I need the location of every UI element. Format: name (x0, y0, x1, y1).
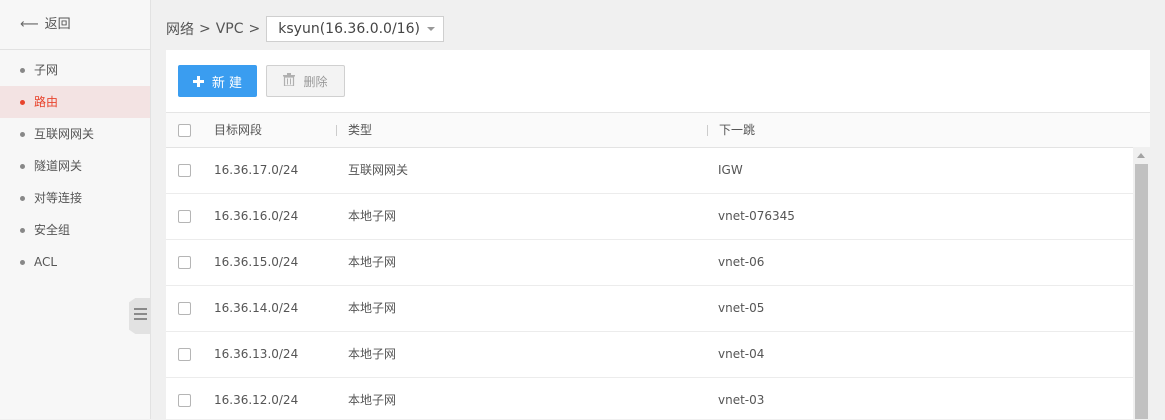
breadcrumb: 网络 > VPC > ksyun(16.36.0.0/16) (166, 16, 444, 42)
table-row[interactable]: 16.36.15.0/24 本地子网 vnet-06 (166, 240, 1150, 286)
vpc-select[interactable]: ksyun(16.36.0.0/16) (266, 16, 444, 42)
sidebar-item-label: 互联网网关 (34, 127, 95, 141)
menu-icon (134, 308, 147, 310)
column-header-type[interactable]: 类型 (348, 113, 372, 147)
bullet-icon (20, 164, 25, 169)
table-row[interactable]: 16.36.17.0/24 互联网网关 IGW (166, 148, 1150, 194)
table-row[interactable]: 16.36.12.0/24 本地子网 vnet-03 (166, 378, 1150, 420)
cell-cidr: 16.36.15.0/24 (214, 255, 299, 269)
row-checkbox[interactable] (178, 210, 191, 223)
scrollbar-thumb[interactable] (1135, 164, 1148, 419)
scroll-up-arrow-icon[interactable] (1137, 153, 1145, 158)
table-row[interactable]: 16.36.14.0/24 本地子网 vnet-05 (166, 286, 1150, 332)
row-checkbox[interactable] (178, 394, 191, 407)
vpc-select-value: ksyun(16.36.0.0/16) (278, 21, 420, 37)
delete-button-label: 删除 (303, 74, 328, 89)
cell-cidr: 16.36.17.0/24 (214, 163, 299, 177)
cell-next-hop: vnet-04 (718, 347, 765, 361)
trash-icon (283, 73, 296, 89)
table-row[interactable]: 16.36.13.0/24 本地子网 vnet-04 (166, 332, 1150, 378)
chevron-down-icon (426, 27, 435, 31)
cell-next-hop: vnet-05 (718, 301, 765, 315)
cell-cidr: 16.36.16.0/24 (214, 209, 299, 223)
breadcrumb-separator: > (199, 21, 211, 37)
bullet-icon (20, 100, 25, 105)
delete-button[interactable]: 删除 (266, 65, 345, 97)
column-divider[interactable] (336, 125, 337, 136)
breadcrumb-network[interactable]: 网络 (166, 19, 194, 39)
row-checkbox[interactable] (178, 256, 191, 269)
sidebar: ⟵ 返回 子网 路由 互联网网关 隧道网关 对等连接 安全组 ACL (0, 0, 151, 419)
select-all-checkbox[interactable] (178, 124, 191, 137)
toolbar: 新 建 删除 (166, 50, 1150, 113)
cell-cidr: 16.36.12.0/24 (214, 393, 299, 407)
bullet-icon (20, 260, 25, 265)
row-checkbox[interactable] (178, 348, 191, 361)
new-button-label: 新 建 (211, 75, 243, 91)
cell-type: 互联网网关 (348, 163, 409, 177)
cell-next-hop: IGW (718, 163, 743, 177)
cell-type: 本地子网 (348, 347, 397, 361)
cell-next-hop: vnet-06 (718, 255, 765, 269)
sidebar-item-peering[interactable]: 对等连接 (0, 182, 150, 214)
sidebar-item-label: 子网 (34, 63, 59, 77)
sidebar-item-label: 安全组 (34, 223, 71, 237)
table-header: 目标网段 类型 下一跳 (166, 113, 1150, 148)
sidebar-nav: 子网 路由 互联网网关 隧道网关 对等连接 安全组 ACL (0, 54, 150, 278)
menu-icon-line (134, 313, 147, 315)
sidebar-collapse-button[interactable] (129, 298, 150, 334)
bullet-icon (20, 196, 25, 201)
cell-next-hop: vnet-076345 (718, 209, 795, 223)
sidebar-item-tunnel-gateway[interactable]: 隧道网关 (0, 150, 150, 182)
sidebar-item-label: 隧道网关 (34, 159, 83, 173)
sidebar-item-subnet[interactable]: 子网 (0, 54, 150, 86)
plus-icon (192, 75, 204, 87)
sidebar-item-internet-gateway[interactable]: 互联网网关 (0, 118, 150, 150)
table-body: 16.36.17.0/24 互联网网关 IGW 16.36.16.0/24 本地… (166, 148, 1150, 420)
sidebar-item-acl[interactable]: ACL (0, 246, 150, 278)
sidebar-item-label: 对等连接 (34, 191, 83, 205)
cell-type: 本地子网 (348, 255, 397, 269)
row-checkbox[interactable] (178, 302, 191, 315)
breadcrumb-vpc[interactable]: VPC (216, 21, 244, 37)
bullet-icon (20, 228, 25, 233)
cell-next-hop: vnet-03 (718, 393, 765, 407)
cell-type: 本地子网 (348, 301, 397, 315)
cell-type: 本地子网 (348, 393, 397, 407)
column-divider[interactable] (707, 125, 708, 136)
sidebar-item-label: 路由 (34, 95, 59, 109)
vertical-scrollbar[interactable] (1133, 147, 1150, 419)
bullet-icon (20, 132, 25, 137)
bullet-icon (20, 68, 25, 73)
sidebar-item-route[interactable]: 路由 (0, 86, 150, 118)
sidebar-item-security-group[interactable]: 安全组 (0, 214, 150, 246)
row-checkbox[interactable] (178, 164, 191, 177)
cell-type: 本地子网 (348, 209, 397, 223)
back-link[interactable]: ⟵ 返回 (0, 0, 150, 50)
breadcrumb-separator: > (248, 21, 261, 37)
menu-icon-line (134, 318, 147, 320)
arrow-left-icon: ⟵ (20, 17, 39, 32)
cell-cidr: 16.36.13.0/24 (214, 347, 299, 361)
column-header-cidr[interactable]: 目标网段 (214, 113, 262, 147)
column-header-next-hop[interactable]: 下一跳 (719, 113, 755, 147)
new-button[interactable]: 新 建 (178, 65, 257, 97)
route-table-panel: 新 建 删除 目标网段 类型 下一跳 16.36.17.0/24 互联网网关 I… (166, 50, 1150, 419)
back-label: 返回 (44, 17, 71, 32)
sidebar-item-label: ACL (34, 255, 58, 269)
table-row[interactable]: 16.36.16.0/24 本地子网 vnet-076345 (166, 194, 1150, 240)
cell-cidr: 16.36.14.0/24 (214, 301, 299, 315)
